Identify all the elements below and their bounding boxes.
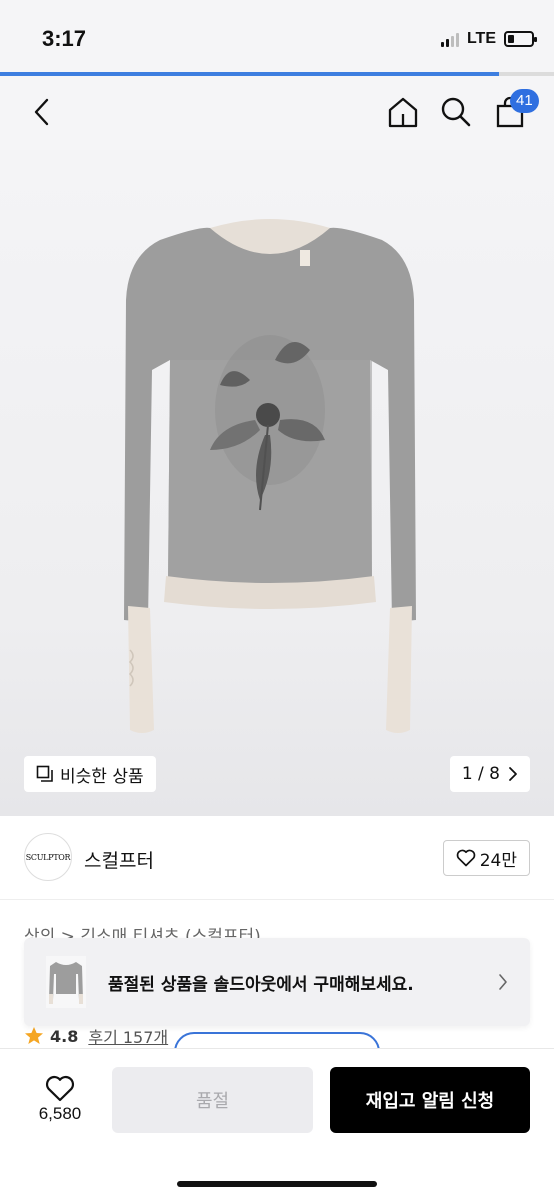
chevron-left-icon [34, 98, 49, 126]
chevron-right-icon [499, 974, 507, 990]
cart-button[interactable]: 41 [488, 89, 539, 134]
status-bar: 3:17 LTE [0, 0, 554, 74]
cart-count-badge: 41 [510, 89, 539, 113]
search-button[interactable] [434, 90, 478, 134]
image-pager-count: 1 / 8 [461, 764, 500, 784]
brand-like-button[interactable]: 24만 [442, 840, 530, 876]
home-indicator[interactable] [177, 1181, 377, 1187]
search-icon [441, 97, 471, 127]
soldout-button: 품절 [112, 1067, 313, 1133]
review-count-link[interactable]: 후기 157개 [88, 1024, 168, 1048]
wishlist-button[interactable]: 6,580 [24, 1069, 96, 1129]
soldout-promo-message: 품절된 상품을 솔드아웃에서 구매해보세요. [108, 974, 414, 995]
network-label: LTE [466, 30, 496, 47]
restock-notify-button[interactable]: 재입고 알림 신청 [330, 1067, 530, 1133]
status-time: 3:17 [42, 26, 87, 51]
battery-level [508, 35, 514, 43]
brand-logo-text: SCULPTOR [25, 852, 71, 862]
soldout-product-thumbnail [46, 956, 86, 1008]
back-button[interactable] [20, 90, 64, 134]
status-indicators: LTE [440, 30, 537, 48]
signal-icon [440, 31, 459, 47]
wishlist-count: 6,580 [38, 1103, 82, 1123]
heart-icon [456, 849, 476, 867]
brand-name[interactable]: 스컬프터 [84, 846, 154, 873]
chevron-right-icon [509, 767, 517, 781]
home-button[interactable] [381, 90, 425, 134]
brand-like-count: 24만 [479, 850, 517, 871]
star-icon [25, 1027, 43, 1044]
heart-icon [45, 1075, 75, 1101]
brand-logo[interactable]: SCULPTOR [24, 833, 72, 881]
bottom-action-bar: 6,580 품절 재입고 알림 신청 [0, 1048, 554, 1200]
product-image [124, 219, 416, 733]
product-image-gallery[interactable]: 비슷한 상품 1 / 8 [0, 150, 554, 816]
similar-products-button[interactable]: 비슷한 상품 [24, 756, 156, 792]
soldout-promo-banner[interactable]: 품절된 상품을 솔드아웃에서 구매해보세요. [24, 938, 530, 1026]
copy-icon [36, 765, 53, 782]
image-pager-button[interactable]: 1 / 8 [449, 756, 530, 792]
brand-row: SCULPTOR 스컬프터 24만 [0, 816, 554, 900]
rating-value: 4.8 [50, 1026, 79, 1046]
rating-row: 4.8 후기 157개 [24, 1024, 168, 1048]
home-icon [388, 97, 418, 128]
battery-icon [504, 31, 537, 47]
similar-products-label: 비슷한 상품 [60, 766, 144, 787]
app-header: 41 [0, 76, 554, 150]
